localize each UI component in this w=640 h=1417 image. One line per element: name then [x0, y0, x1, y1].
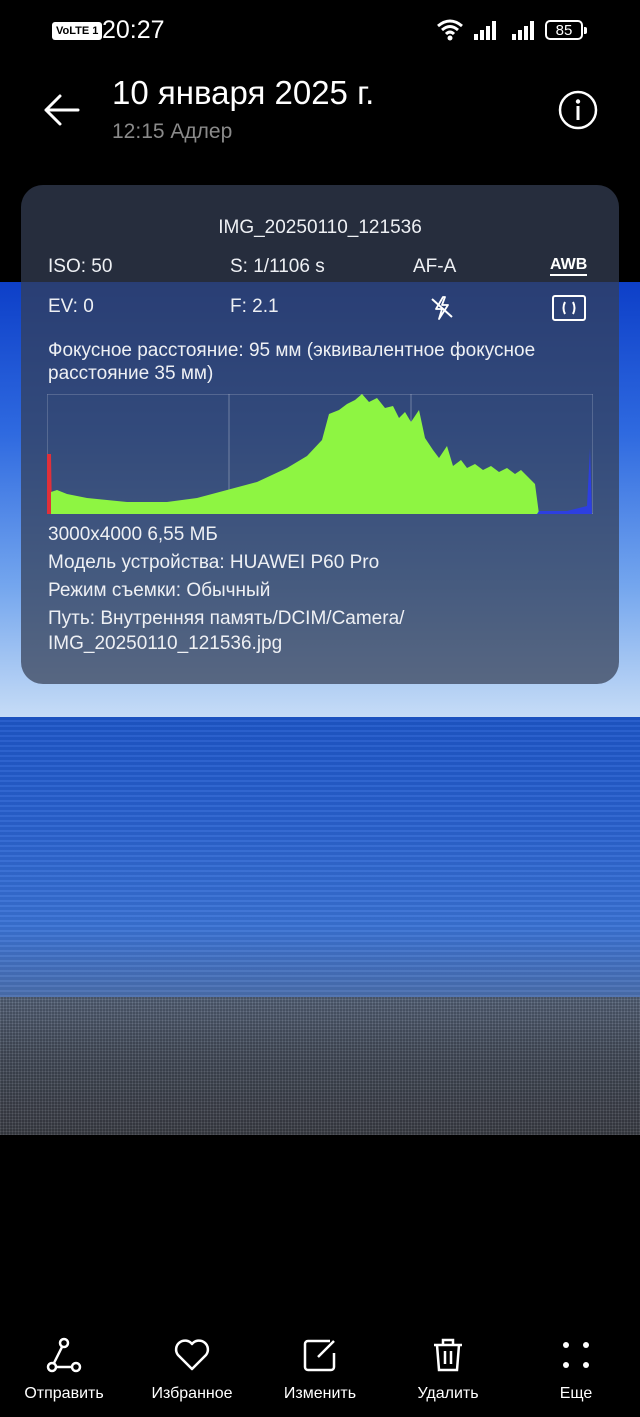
- flash-off-icon: [431, 296, 453, 320]
- focal-length: Фокусное расстояние: 95 мм (эквивалентно…: [48, 340, 536, 384]
- shutter-value: S: 1/1106 s: [230, 256, 325, 277]
- more-button[interactable]: Еще: [516, 1325, 636, 1403]
- battery-indicator: 85: [545, 20, 587, 40]
- autofocus-mode: AF-A: [413, 256, 457, 277]
- bottom-toolbar: Отправить Избранное Изменить Удалить Еще: [0, 1325, 640, 1417]
- share-icon: [46, 1337, 82, 1373]
- back-arrow-icon[interactable]: [38, 86, 86, 134]
- ev-value: EV: 0: [48, 296, 94, 317]
- more-label: Еще: [559, 1385, 593, 1402]
- signal-icon-sim1: [474, 21, 496, 40]
- white-balance-badge: AWB: [550, 255, 588, 276]
- resolution-and-size: 3000x4000 6,55 МБ: [48, 524, 218, 545]
- histogram-green-channel: [51, 394, 539, 514]
- device-model: Модель устройства: HUAWEI P60 Pro: [48, 552, 380, 573]
- shooting-mode: Режим съемки: Обычный: [48, 580, 271, 601]
- aperture-value: F: 2.1: [230, 296, 279, 317]
- more-dots-icon: [563, 1342, 589, 1368]
- edit-button[interactable]: Изменить: [260, 1325, 380, 1403]
- file-path-line1: Путь: Внутренняя память/DCIM/Camera/: [48, 608, 405, 629]
- photo-beach: [0, 997, 640, 1135]
- wifi-icon: [437, 19, 463, 41]
- file-name: IMG_20250110_121536: [218, 217, 422, 238]
- status-bar: VoLTE 1 20:27 85: [0, 0, 640, 64]
- photo-date-title: 10 января 2025 г.: [112, 74, 375, 111]
- histogram: [47, 394, 593, 514]
- delete-button[interactable]: Удалить: [388, 1325, 508, 1403]
- photo-details-panel: IMG_20250110_121536 ISO: 50 S: 1/1106 s …: [21, 185, 619, 684]
- info-icon[interactable]: [556, 88, 600, 132]
- file-path-line2: IMG_20250110_121536.jpg: [48, 633, 283, 654]
- heart-icon: [174, 1339, 210, 1371]
- favorite-button[interactable]: Избранное: [132, 1325, 252, 1403]
- photo-time-location: 12:15 Адлер: [112, 120, 233, 143]
- iso-value: ISO: 50: [48, 256, 113, 277]
- edit-label: Изменить: [283, 1385, 357, 1402]
- send-button[interactable]: Отправить: [4, 1325, 124, 1403]
- signal-icon-sim2: [512, 21, 534, 40]
- favorite-label: Избранное: [151, 1385, 233, 1402]
- delete-label: Удалить: [417, 1385, 479, 1402]
- send-label: Отправить: [24, 1385, 104, 1402]
- status-time: 20:27: [102, 16, 165, 44]
- photo-sea: [0, 717, 640, 997]
- trash-icon: [434, 1338, 462, 1372]
- volte-indicator: VoLTE 1: [52, 22, 103, 40]
- metering-mode-icon: [552, 295, 586, 321]
- edit-icon: [303, 1339, 336, 1372]
